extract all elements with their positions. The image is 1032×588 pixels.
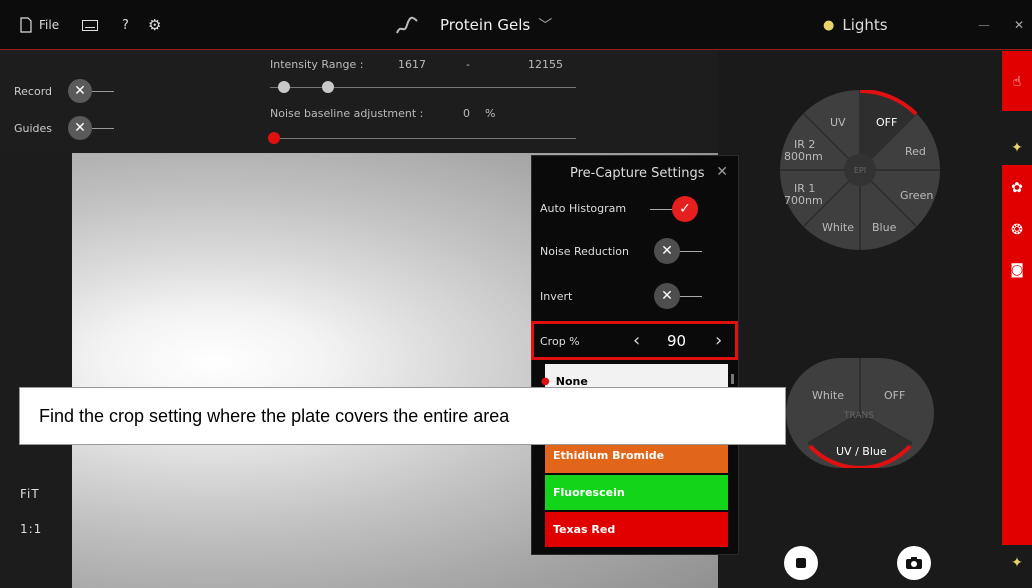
logo-squiggle-icon bbox=[396, 16, 418, 34]
invert-toggle[interactable]: ✕ bbox=[654, 283, 702, 309]
noise-reduction-toggle[interactable]: ✕ bbox=[654, 238, 702, 264]
touch-hand-icon[interactable]: ☝ bbox=[1007, 72, 1027, 92]
intensity-min-value: 1617 bbox=[398, 58, 426, 71]
dialog-scrollbar[interactable] bbox=[731, 374, 734, 384]
dye-label: Ethidium Bromide bbox=[553, 449, 665, 462]
x-icon: ✕ bbox=[654, 238, 680, 264]
chevron-down-icon: ﹀ bbox=[538, 18, 553, 34]
x-icon: ✕ bbox=[654, 283, 680, 309]
white-option[interactable]: White bbox=[822, 222, 854, 234]
auto-histogram-track bbox=[650, 208, 672, 210]
noise-reduction-track bbox=[680, 250, 702, 252]
crop-label: Crop % bbox=[540, 335, 580, 348]
record-toggle-row: Record ✕ bbox=[14, 79, 114, 103]
file-label: File bbox=[39, 18, 60, 32]
fit-button[interactable]: FiT bbox=[20, 487, 40, 501]
green-option[interactable]: Green bbox=[900, 190, 933, 202]
stop-button[interactable] bbox=[784, 546, 818, 580]
dialog-title: Pre-Capture Settings bbox=[570, 166, 705, 181]
file-menu[interactable]: File bbox=[19, 0, 59, 50]
instruction-text: Find the crop setting where the plate co… bbox=[39, 405, 510, 426]
epi-light-wheel[interactable]: EPI UV OFF IR 2 800nm Red IR 1 700nm Gre… bbox=[780, 90, 940, 250]
camera-icon bbox=[906, 557, 922, 569]
aperture-icon[interactable]: ❂ bbox=[1007, 220, 1027, 240]
x-icon: ✕ bbox=[74, 120, 86, 136]
dye-label: Fluorescein bbox=[553, 486, 625, 499]
settings-gear-icon[interactable]: ⚙ bbox=[148, 0, 161, 50]
blue-option[interactable]: Blue bbox=[872, 222, 896, 234]
x-icon: ✕ bbox=[74, 83, 86, 99]
capture-button[interactable] bbox=[897, 546, 931, 580]
intensity-range-label: Intensity Range : bbox=[270, 58, 364, 71]
camera-rail-icon[interactable]: ◙ bbox=[1007, 260, 1027, 280]
stop-icon bbox=[796, 558, 806, 568]
noise-baseline-label: Noise baseline adjustment : bbox=[270, 107, 424, 120]
guides-toggle-row: Guides ✕ bbox=[14, 116, 114, 140]
lightbulb-icon: ● bbox=[823, 17, 835, 33]
intensity-min-handle[interactable] bbox=[278, 81, 290, 93]
ir2-wavelength: 800nm bbox=[784, 150, 823, 163]
invert-track bbox=[680, 295, 702, 297]
project-title: Protein Gels bbox=[440, 16, 531, 34]
intensity-max-handle[interactable] bbox=[322, 81, 334, 93]
checkmark-icon: ✓ bbox=[672, 196, 698, 222]
title-bar: File ? ⚙ Protein Gels ﹀ ● Lights — ✕ bbox=[0, 0, 1032, 50]
close-button[interactable]: ✕ bbox=[1014, 0, 1024, 50]
dye-option-fluorescein[interactable]: Fluorescein bbox=[545, 475, 728, 510]
keyboard-button[interactable] bbox=[82, 0, 98, 50]
filter-wheel-icon[interactable]: ✿ bbox=[1007, 178, 1027, 198]
epi-center: EPI bbox=[844, 154, 876, 186]
keyboard-icon bbox=[82, 19, 98, 31]
trans-white-option[interactable]: White bbox=[812, 390, 844, 402]
project-selector[interactable]: Protein Gels ﹀ bbox=[440, 0, 552, 50]
trans-light-wheel[interactable]: White OFF TRANS UV / Blue bbox=[786, 358, 934, 468]
noise-baseline-unit: % bbox=[485, 107, 496, 120]
crop-increase-chevron-icon[interactable]: › bbox=[715, 330, 722, 351]
help-button[interactable]: ? bbox=[122, 0, 129, 50]
guides-toggle-track bbox=[92, 127, 114, 129]
dye-label: Texas Red bbox=[553, 523, 616, 536]
noise-reduction-label: Noise Reduction bbox=[540, 245, 629, 258]
lightbulb-bottom-icon[interactable]: ✦ bbox=[1007, 553, 1027, 573]
dye-option-texas-red[interactable]: Texas Red bbox=[545, 512, 728, 547]
crop-stepper: Crop % ‹ 90 › bbox=[531, 321, 738, 360]
noise-slider-track[interactable] bbox=[270, 138, 576, 139]
guides-label: Guides bbox=[14, 121, 53, 135]
ir1-wavelength: 700nm bbox=[784, 194, 823, 207]
trans-center: TRANS bbox=[844, 411, 874, 421]
record-label: Record bbox=[14, 84, 53, 98]
selected-dot-icon: ● bbox=[541, 376, 550, 387]
crop-value: 90 bbox=[667, 332, 687, 350]
uv-blue-option[interactable]: UV / Blue bbox=[836, 446, 887, 458]
noise-slider-handle[interactable] bbox=[268, 132, 280, 144]
intensity-separator: - bbox=[466, 58, 470, 71]
noise-baseline-value: 0 bbox=[463, 107, 470, 120]
auto-histogram-label: Auto Histogram bbox=[540, 202, 627, 215]
invert-label: Invert bbox=[540, 290, 573, 303]
lights-header: ● Lights bbox=[823, 0, 888, 50]
lightbulb-rail-icon[interactable]: ✦ bbox=[1007, 138, 1027, 158]
minimize-button[interactable]: — bbox=[978, 0, 990, 50]
record-toggle[interactable]: ✕ bbox=[68, 79, 92, 103]
one-to-one-button[interactable]: 1:1 bbox=[20, 522, 42, 536]
guides-toggle[interactable]: ✕ bbox=[68, 116, 92, 140]
lights-label: Lights bbox=[842, 16, 888, 34]
record-toggle-track bbox=[92, 90, 114, 92]
red-option[interactable]: Red bbox=[905, 146, 926, 158]
uv-option[interactable]: UV bbox=[830, 117, 846, 129]
trans-off-option[interactable]: OFF bbox=[884, 390, 905, 402]
file-icon bbox=[20, 17, 32, 33]
crop-decrease-chevron-icon[interactable]: ‹ bbox=[633, 330, 640, 351]
instruction-banner: Find the crop setting where the plate co… bbox=[19, 387, 786, 445]
auto-histogram-toggle[interactable]: ✓ bbox=[650, 196, 698, 222]
dialog-close-icon[interactable]: ✕ bbox=[716, 164, 728, 180]
intensity-max-value: 12155 bbox=[528, 58, 563, 71]
off-option[interactable]: OFF bbox=[876, 117, 897, 129]
intensity-slider-track[interactable] bbox=[270, 87, 576, 88]
